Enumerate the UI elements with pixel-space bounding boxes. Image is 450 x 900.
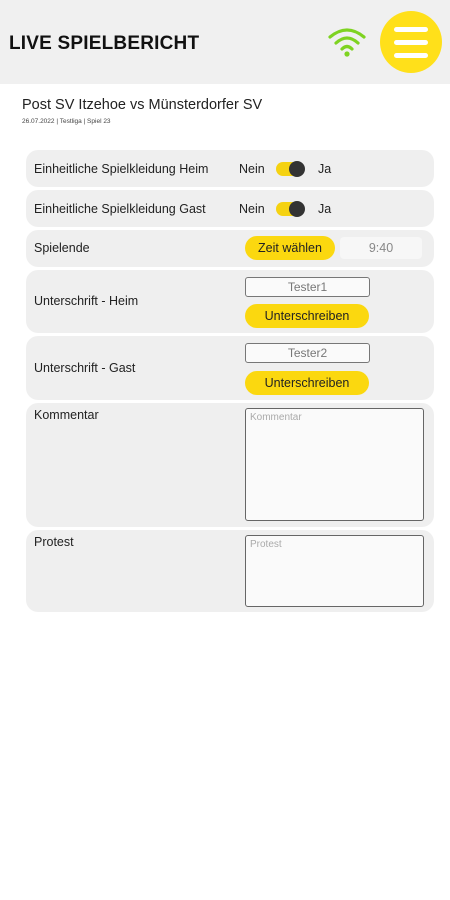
signature-home-row: Unterschrift - Heim Tester1 Unterschreib… (26, 270, 434, 333)
kit-home-label: Einheitliche Spielkleidung Heim (34, 162, 209, 176)
kit-away-yes-label: Ja (318, 202, 332, 216)
comment-row: Kommentar Kommentar (26, 403, 434, 527)
protest-row: Protest Protest (26, 530, 434, 612)
protest-textarea[interactable]: Protest (245, 535, 424, 607)
app-header: LIVE SPIELBERICHT (0, 0, 450, 84)
kit-home-toggle[interactable] (276, 161, 305, 177)
comment-label: Kommentar (34, 408, 99, 422)
app-title: LIVE SPIELBERICHT (9, 33, 200, 54)
kit-away-label: Einheitliche Spielkleidung Gast (34, 202, 206, 216)
kit-away-row: Einheitliche Spielkleidung Gast Nein Ja (26, 190, 434, 227)
kit-home-no-label: Nein (239, 162, 265, 176)
match-meta: 26.07.2022 | Testliga | Spiel 23 (22, 118, 111, 125)
match-title: Post SV Itzehoe vs Münsterdorfer SV (22, 97, 263, 113)
signature-away-label: Unterschrift - Gast (34, 361, 136, 375)
sign-away-button[interactable]: Unterschreiben (245, 371, 369, 395)
kit-away-toggle[interactable] (276, 201, 305, 217)
match-end-label: Spielende (34, 241, 90, 255)
match-end-row: Spielende Zeit wählen 9:40 (26, 230, 434, 267)
kit-away-no-label: Nein (239, 202, 265, 216)
comment-textarea[interactable]: Kommentar (245, 408, 424, 521)
kit-home-row: Einheitliche Spielkleidung Heim Nein Ja (26, 150, 434, 187)
signature-away-row: Unterschrift - Gast Tester2 Unterschreib… (26, 336, 434, 400)
signature-home-name-field[interactable]: Tester1 (245, 277, 370, 297)
sign-home-button[interactable]: Unterschreiben (245, 304, 369, 328)
end-time-field[interactable]: 9:40 (340, 237, 422, 259)
menu-button[interactable] (380, 11, 442, 73)
signature-home-label: Unterschrift - Heim (34, 294, 139, 308)
select-time-button[interactable]: Zeit wählen (245, 236, 335, 260)
signature-away-name-field[interactable]: Tester2 (245, 343, 370, 363)
wifi-icon (328, 28, 366, 57)
protest-label: Protest (34, 535, 74, 549)
kit-home-yes-label: Ja (318, 162, 332, 176)
